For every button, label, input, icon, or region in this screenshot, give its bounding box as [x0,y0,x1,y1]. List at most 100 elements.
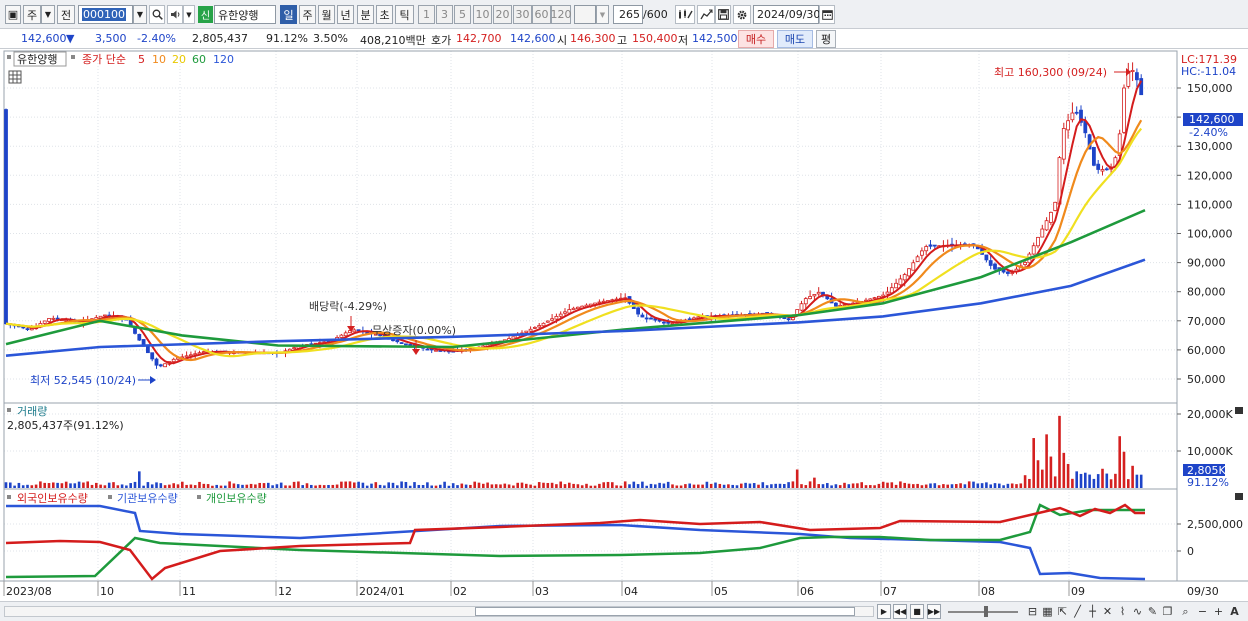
volume-bar [138,471,141,488]
volume-bar [391,482,395,488]
candle-body [1122,87,1126,133]
table-view-icon[interactable] [8,70,22,84]
volume-panel-close-icon[interactable] [1235,407,1243,414]
code-dropdown-icon[interactable]: ▼ [133,5,147,24]
bonus-annotation-text: 무상증자(0.00%) [372,324,456,337]
interval-60[interactable]: 60 [532,5,551,24]
period-select[interactable]: 주 [23,5,41,24]
zoom-slider-handle[interactable] [984,606,988,617]
speaker-dropdown-icon[interactable]: ▼ [183,5,195,24]
stock-chart-svg[interactable]: 유한양행 종가 단순 5 10 20 60 120 LC:171.39 HC:-… [0,50,1248,601]
volume-bar [1109,479,1113,488]
interval-120[interactable]: 120 [551,5,572,24]
volume-bar [232,483,236,488]
candle-body [1040,228,1045,238]
volume-bar [993,483,997,488]
volume-bar [198,481,201,488]
layers-icon[interactable]: ❐ [1161,605,1174,618]
buy-button[interactable]: 매수 [738,30,774,48]
volume-bar [718,483,722,488]
price-axis-tick: 120,000 [1187,169,1233,182]
interval-5[interactable]: 5 [454,5,471,24]
cross-draw-icon[interactable]: ✕ [1101,605,1114,618]
horizontal-scrollbar[interactable] [4,606,874,617]
compare-icon[interactable] [697,5,715,24]
volume-bar [533,485,537,488]
bar-count-input[interactable]: 265 [613,5,643,24]
volume-bar [748,483,752,488]
minus-icon[interactable]: − [1196,605,1209,618]
timeframe-month[interactable]: 월 [318,5,335,24]
legend-ma-60: 60 [192,53,206,66]
window-menu-icon[interactable]: ▣ [5,5,21,24]
holdings-panel-close-icon[interactable] [1235,493,1243,500]
stock-code-input[interactable]: 000100 [78,5,133,24]
zoom-slider-track[interactable] [948,611,1018,613]
volume-bar [666,481,670,488]
volume-bar [340,481,343,488]
candle-body [408,344,413,346]
ruler-icon[interactable]: ⊟ [1026,605,1039,618]
candle-body [563,311,567,314]
volume-bar [727,484,730,488]
font-size-icon[interactable]: A [1228,605,1241,618]
prev-button[interactable]: 전 [57,5,75,24]
date-input[interactable]: 2024/09/30 [753,5,820,24]
candle-body [907,268,911,277]
x-axis-tick: 2023/08 [6,585,52,598]
volume-bar [542,482,545,488]
search-icon[interactable] [149,5,165,24]
period-dropdown-icon[interactable]: ▼ [41,5,55,24]
interval-1[interactable]: 1 [418,5,435,24]
scroll-right-icon[interactable]: ▶ [877,604,891,619]
volume-bar [314,485,317,488]
timeframe-tick[interactable]: 틱 [395,5,414,24]
interval-10[interactable]: 10 [473,5,492,24]
scroll-end-icon[interactable]: ▶▶ [927,604,941,619]
scrollbar-thumb[interactable] [475,607,855,616]
cursor-icon[interactable]: ⇱ [1056,605,1069,618]
line-draw-icon[interactable]: ╱ [1071,605,1084,618]
candle-body [558,313,563,317]
volume-bar [606,481,610,488]
timeframe-day[interactable]: 일 [280,5,297,24]
grid-icon[interactable]: ▦ [1041,605,1054,618]
volume-bar [821,484,825,488]
evaluate-button[interactable]: 평 [816,30,836,48]
legend-ma-10: 10 [152,53,166,66]
scroll-start-icon[interactable]: ◀◀ [893,604,907,619]
stop-icon[interactable]: ■ [910,604,924,619]
interval-20[interactable]: 20 [493,5,512,24]
interval-3[interactable]: 3 [436,5,453,24]
pen-icon[interactable]: ✎ [1146,605,1159,618]
timeframe-week[interactable]: 주 [299,5,316,24]
stock-name-value: 유한양행 [218,8,259,22]
candle-body [171,358,176,363]
candle-body [885,291,890,295]
high-label: 고 [617,34,628,47]
volume-bar [1092,478,1096,488]
stock-name-field[interactable]: 유한양행 [214,5,276,24]
calendar-icon[interactable] [819,5,835,24]
volume-bar [103,485,107,488]
speaker-icon[interactable] [167,5,183,24]
timeframe-year[interactable]: 년 [337,5,354,24]
candle-body [1031,245,1036,255]
custom-interval-dropdown-icon[interactable]: ▼ [596,5,609,24]
sell-button[interactable]: 매도 [777,30,813,48]
chart-tools-icon[interactable] [675,5,695,24]
plus-icon[interactable]: + [1212,605,1225,618]
stock-chart-area[interactable]: 유한양행 종가 단순 5 10 20 60 120 LC:171.39 HC:-… [0,50,1248,601]
volume-bar [1041,469,1044,488]
timeframe-second[interactable]: 초 [376,5,393,24]
custom-interval-input[interactable] [574,5,596,24]
wave-icon[interactable]: ∿ [1131,605,1144,618]
save-icon[interactable] [715,5,731,24]
interval-30[interactable]: 30 [513,5,532,24]
timeframe-minute[interactable]: 분 [357,5,374,24]
gear-icon[interactable] [733,5,751,24]
crosshair-icon[interactable]: ┼ [1086,605,1099,618]
low-label: 저 [678,34,689,47]
zoom-out-icon[interactable]: ⌕ [1179,605,1192,618]
trend-icon[interactable]: ⌇ [1116,605,1129,618]
